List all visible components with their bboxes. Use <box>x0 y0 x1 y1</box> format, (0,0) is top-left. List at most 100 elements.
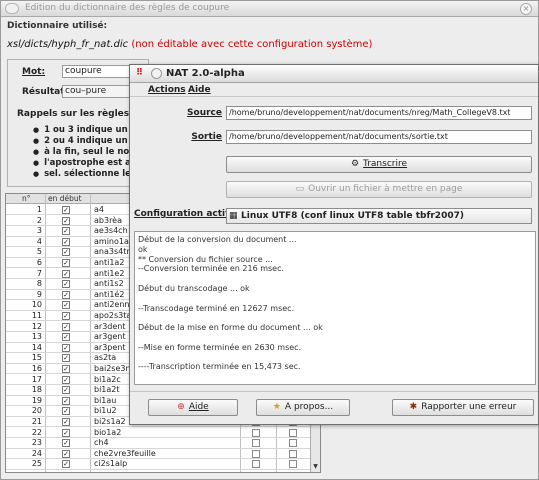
row-number: 24 <box>31 448 42 458</box>
column-header-en-debut[interactable]: en début <box>48 194 82 203</box>
row-word[interactable]: bi1u2 <box>94 406 117 416</box>
row-word[interactable]: bi1au <box>94 396 116 406</box>
row-option-checkbox[interactable] <box>289 449 297 458</box>
row-option-checkbox[interactable] <box>252 439 260 448</box>
checkbox-icon[interactable]: ✓ <box>62 428 70 437</box>
config-label: Configuration active: <box>134 209 241 219</box>
apropos-button[interactable]: ★ A propos... <box>256 399 350 416</box>
bottom-button-bar: ⊕ Aide ★ A propos... ✱ Rapporter une erreur <box>130 391 538 424</box>
log-output: Début de la conversion du document ... ok… <box>134 231 536 385</box>
row-word[interactable]: ana3s4tr <box>94 247 130 257</box>
row-word[interactable]: anti1s2 <box>94 279 124 289</box>
row-word[interactable]: anti1é2 <box>94 290 124 300</box>
rapporter-erreur-button[interactable]: ✱ Rapporter une erreur <box>392 399 534 416</box>
row-word[interactable]: ci2s1alp <box>94 459 127 469</box>
rule-item: 2 ou 4 indique un <box>33 136 128 146</box>
apropos-label: A propos... <box>284 402 334 412</box>
scroll-down-icon[interactable]: ▼ <box>311 462 320 472</box>
checkbox-icon[interactable]: ✓ <box>62 237 70 246</box>
sortie-input[interactable]: /home/bruno/developpement/nat/documents/… <box>226 130 532 144</box>
open-output-label: Ouvrir un fichier à mettre en page <box>308 184 463 194</box>
close-icon[interactable]: × <box>520 3 532 15</box>
aide-button[interactable]: ⊕ Aide <box>148 399 238 416</box>
nat-window-title: NAT 2.0-alpha <box>166 68 245 79</box>
row-word[interactable]: bai2se3m <box>94 364 133 374</box>
checkbox-icon[interactable]: ✓ <box>62 216 70 225</box>
table-row[interactable]: 24 ✓ che2vre3feuille <box>6 448 311 460</box>
row-option-checkbox[interactable] <box>289 428 297 437</box>
checkbox-icon[interactable]: ✓ <box>62 460 70 469</box>
row-word[interactable]: bi1a2c <box>94 375 121 385</box>
dictionary-editor-titlebar[interactable]: Edition du dictionnaire des règles de co… <box>1 1 538 17</box>
row-word[interactable]: che2vre3feuille <box>94 449 156 459</box>
row-word[interactable]: bi1a2t <box>94 385 120 395</box>
source-input[interactable]: /home/bruno/developpement/nat/documents/… <box>226 106 532 120</box>
row-number: 10 <box>31 300 42 310</box>
row-word[interactable]: bio1a2 <box>94 428 121 438</box>
checkbox-icon[interactable]: ✓ <box>62 407 70 416</box>
checkbox-icon[interactable]: ✓ <box>62 206 70 214</box>
menu-actions[interactable]: Actions <box>148 85 186 95</box>
checkbox-icon[interactable]: ✓ <box>62 322 70 331</box>
row-word[interactable]: ar3pent <box>94 343 126 353</box>
row-word[interactable]: anti1a2 <box>94 258 124 268</box>
row-word[interactable]: a4 <box>94 205 104 215</box>
row-number: 13 <box>31 332 42 342</box>
column-header-number[interactable]: n° <box>22 194 31 203</box>
row-word[interactable]: ab3rèa <box>94 216 122 226</box>
row-number: 19 <box>31 395 42 405</box>
row-word[interactable]: amino1a2 <box>94 237 134 247</box>
config-selector[interactable]: Linux UTF8 (conf linux UTF8 table tbfr20… <box>226 208 532 224</box>
sortie-label: Sortie <box>191 132 222 142</box>
row-number: 25 <box>31 459 42 469</box>
table-row[interactable]: 23 ✓ ch4 <box>6 438 311 449</box>
table-row[interactable]: 25 ✓ ci2s1alp <box>6 459 311 470</box>
row-number: 6 <box>36 258 42 267</box>
checkbox-icon[interactable]: ✓ <box>62 248 70 257</box>
row-option-checkbox[interactable] <box>252 428 260 437</box>
row-option-checkbox[interactable] <box>252 449 260 458</box>
dict-warning: (non éditable avec cette configuration s… <box>131 39 373 50</box>
checkbox-icon[interactable]: ✓ <box>62 333 70 342</box>
nat-titlebar[interactable]: ⠿ NAT 2.0-alpha <box>130 65 538 83</box>
checkbox-icon[interactable]: ✓ <box>62 354 70 363</box>
checkbox-icon[interactable]: ✓ <box>62 375 70 384</box>
checkbox-icon[interactable]: ✓ <box>62 312 70 320</box>
row-option-checkbox[interactable] <box>289 439 297 448</box>
row-word[interactable]: anti1e2 <box>94 269 124 279</box>
checkbox-icon[interactable]: ✓ <box>62 396 70 405</box>
checkbox-icon[interactable]: ✓ <box>62 418 70 426</box>
menu-aide[interactable]: Aide <box>188 85 211 95</box>
checkbox-icon[interactable]: ✓ <box>62 269 70 278</box>
checkbox-icon[interactable]: ✓ <box>62 259 70 267</box>
row-word[interactable]: ch4 <box>94 438 109 448</box>
checkbox-icon[interactable]: ✓ <box>62 280 70 289</box>
row-option-checkbox[interactable] <box>252 460 260 469</box>
checkbox-icon[interactable]: ✓ <box>62 227 70 236</box>
row-word[interactable]: ar3dent <box>94 322 126 332</box>
row-word[interactable]: bi2s1a2 <box>94 417 126 427</box>
row-word[interactable]: apo2s3ta <box>94 311 131 321</box>
checkbox-icon[interactable]: ✓ <box>62 449 70 458</box>
row-option-checkbox[interactable] <box>289 460 297 469</box>
row-word[interactable]: ar3gent <box>94 332 126 342</box>
checkbox-icon[interactable]: ✓ <box>62 343 70 352</box>
table-row[interactable]: 22 ✓ bio1a2 <box>6 428 311 438</box>
nat-logo-icon: ⠿ <box>136 68 144 78</box>
help-icon: ⊕ <box>177 402 185 412</box>
row-word[interactable]: ae3s4ch <box>94 226 128 236</box>
checkbox-icon[interactable]: ✓ <box>62 301 70 310</box>
row-word[interactable]: as2ta <box>94 353 116 363</box>
checkbox-icon[interactable]: ✓ <box>62 439 70 448</box>
open-output-button[interactable]: ▭ Ouvrir un fichier à mettre en page <box>226 181 532 198</box>
rapporter-label: Rapporter une erreur <box>421 402 517 412</box>
transcrire-button[interactable]: ⚙ Transcrire <box>226 156 532 173</box>
checkbox-icon[interactable]: ✓ <box>62 290 70 299</box>
transcrire-icon: ⚙ <box>350 159 360 169</box>
window-title: Edition du dictionnaire des règles de co… <box>25 3 230 13</box>
checkbox-icon[interactable]: ✓ <box>62 365 70 373</box>
checkbox-icon[interactable]: ✓ <box>62 386 70 395</box>
